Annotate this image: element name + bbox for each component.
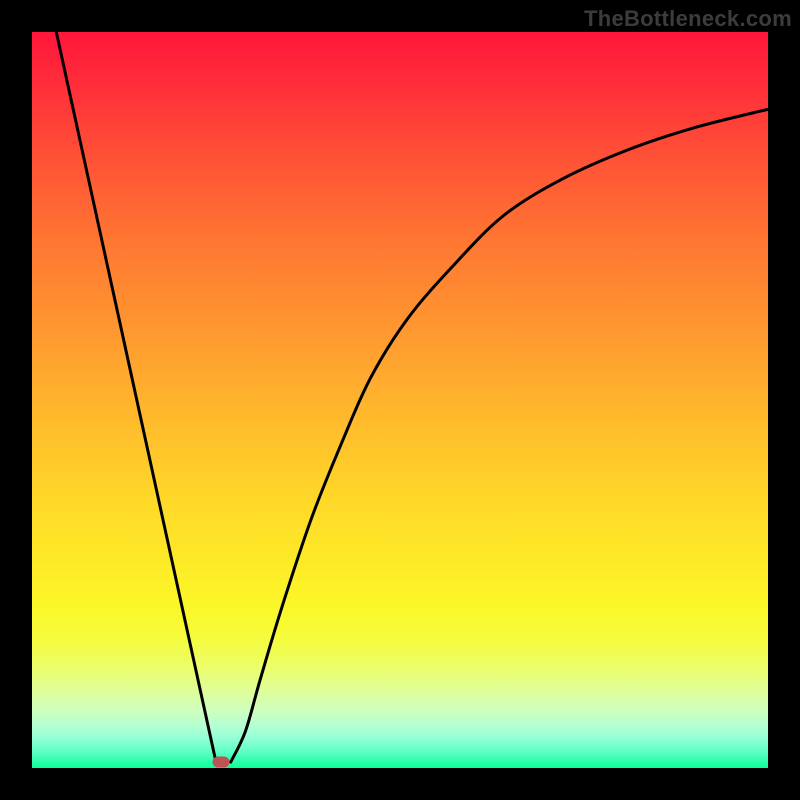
plot-area — [32, 32, 768, 768]
x-axis-blank — [32, 768, 768, 800]
chart-frame: TheBottleneck.com — [0, 0, 800, 800]
minimum-marker — [213, 757, 230, 768]
y-axis-blank — [0, 32, 32, 768]
bottleneck-curve — [32, 32, 768, 768]
watermark-text: TheBottleneck.com — [584, 6, 792, 32]
